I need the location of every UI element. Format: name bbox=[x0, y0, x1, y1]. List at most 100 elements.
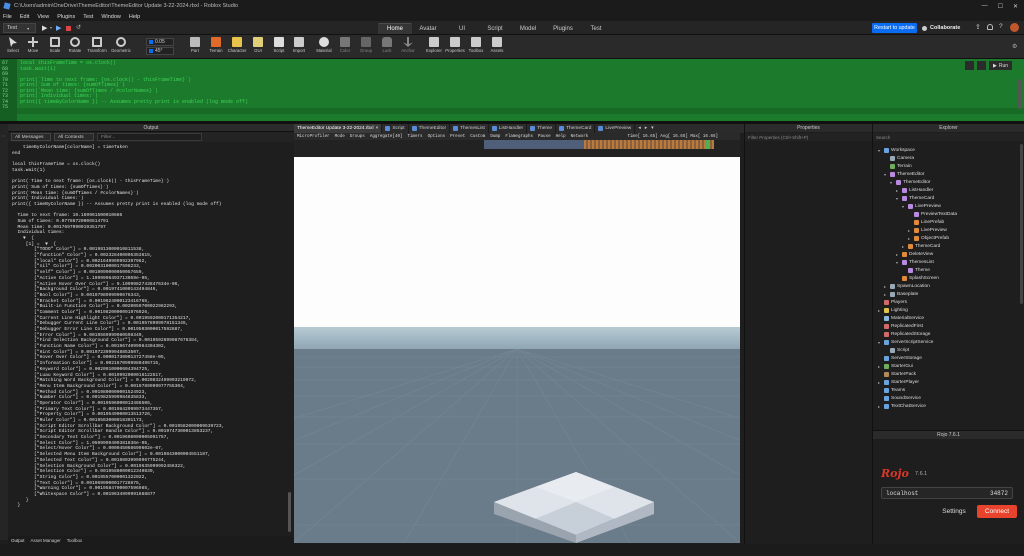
expand-arrow-icon[interactable]: ▸ bbox=[878, 380, 882, 385]
microprofiler-menu-item[interactable]: MicroProfiler bbox=[297, 135, 330, 139]
tab-home[interactable]: Home bbox=[378, 23, 412, 34]
tab-script[interactable]: Script bbox=[479, 23, 511, 34]
transform-tool[interactable]: Transform bbox=[87, 37, 107, 53]
maximize-button[interactable]: ☐ bbox=[998, 3, 1003, 10]
explorer-item[interactable]: ▾ ServerScriptService bbox=[878, 338, 933, 346]
microprofiler-menu-item[interactable]: Options bbox=[428, 135, 446, 139]
expand-arrow-icon[interactable]: ▸ bbox=[902, 244, 906, 249]
explorer-item[interactable]: ▸ ListHandler bbox=[896, 186, 933, 194]
explorer-item[interactable]: SoundService bbox=[878, 394, 921, 402]
rojo-port-input[interactable]: 34872 bbox=[990, 490, 1008, 497]
mode-select[interactable]: Test ▾ bbox=[3, 23, 36, 33]
select-tool[interactable]: Select bbox=[3, 37, 23, 53]
explorer-item[interactable]: ▸ ThemeCard bbox=[902, 242, 940, 250]
explorer-item[interactable]: Terrain bbox=[884, 162, 912, 170]
menu-help[interactable]: Help bbox=[129, 14, 140, 20]
play-icon[interactable]: ▶ bbox=[42, 24, 47, 32]
explorer-item[interactable]: ▸ Lighting bbox=[878, 306, 908, 314]
doc-tab-script[interactable]: Script bbox=[382, 124, 409, 133]
menu-edit[interactable]: Edit bbox=[20, 14, 29, 20]
menu-view[interactable]: View bbox=[37, 14, 49, 20]
collaborate-button[interactable]: Collaborate bbox=[922, 23, 968, 33]
microprofiler-menu-item[interactable]: Network bbox=[571, 135, 589, 139]
expand-arrow-icon[interactable]: ▾ bbox=[896, 260, 900, 265]
scale-tool[interactable]: Scale bbox=[45, 37, 65, 53]
doc-tab-theme[interactable]: Theme bbox=[527, 124, 557, 133]
explorer-item[interactable]: ▸ StarterGui bbox=[878, 362, 913, 370]
tab-test[interactable]: Test bbox=[582, 23, 610, 34]
doc-tab-livepreview[interactable]: LivePreview bbox=[595, 124, 636, 133]
import-tool[interactable]: Import bbox=[289, 37, 309, 53]
rotate-step-field[interactable]: 45° bbox=[146, 47, 174, 55]
expand-arrow-icon[interactable]: ▾ bbox=[878, 340, 882, 345]
explorer-tool[interactable]: Explorer bbox=[424, 37, 444, 53]
anchor-tool[interactable]: Anchor bbox=[398, 37, 418, 53]
tab-list-icon[interactable]: ▾ bbox=[651, 126, 653, 131]
menu-window[interactable]: Window bbox=[101, 14, 121, 20]
microprofiler-menu-item[interactable]: Mode bbox=[335, 135, 345, 139]
tab-model[interactable]: Model bbox=[512, 23, 544, 34]
expand-arrow-icon[interactable]: ▸ bbox=[884, 292, 888, 297]
tab-overflow-button[interactable]: ◂ ▸ ▾ bbox=[635, 124, 656, 133]
color-tool[interactable]: Color bbox=[335, 37, 355, 53]
help-icon[interactable]: ? bbox=[999, 23, 1003, 30]
terrain-tool[interactable]: Terrain bbox=[206, 37, 226, 53]
microprofiler-menu-item[interactable]: Dump bbox=[490, 135, 500, 139]
doc-tab-themecard[interactable]: ThemeCard bbox=[556, 124, 596, 133]
expand-arrow-icon[interactable]: ▸ bbox=[878, 404, 882, 409]
expand-arrow-icon[interactable]: ▾ bbox=[902, 204, 906, 209]
explorer-item[interactable]: ▸ Baseplate bbox=[884, 290, 918, 298]
rewind-icon[interactable]: ↺ bbox=[76, 24, 81, 31]
messages-filter-dropdown[interactable]: All Messages bbox=[11, 133, 51, 141]
explorer-item[interactable]: Theme bbox=[902, 266, 930, 274]
explorer-item[interactable]: ▸ StarterPlayer bbox=[878, 378, 919, 386]
avatar[interactable] bbox=[1010, 23, 1019, 32]
menu-test[interactable]: Test bbox=[83, 14, 93, 20]
expand-arrow-icon[interactable]: ▾ bbox=[884, 172, 888, 177]
explorer-item[interactable]: ▾ Workspace bbox=[878, 146, 915, 154]
explorer-item[interactable]: ▸ ObjectPrefab bbox=[908, 234, 949, 242]
bottom-tab-asset-manager[interactable]: Asset Manager bbox=[31, 538, 61, 543]
properties-tool[interactable]: Properties bbox=[445, 37, 465, 53]
microprofiler-menu-item[interactable]: Aggregate[40] bbox=[370, 135, 403, 139]
explorer-item[interactable]: ▾ ThemeEditor bbox=[890, 178, 930, 186]
menu-plugins[interactable]: Plugins bbox=[57, 14, 75, 20]
output-filter-input[interactable]: Filter... bbox=[97, 133, 202, 141]
group-tool[interactable]: Group bbox=[356, 37, 376, 53]
run-button[interactable]: ▶ Run bbox=[989, 61, 1013, 70]
explorer-item[interactable]: StarterPack bbox=[878, 370, 916, 378]
expand-arrow-icon[interactable]: ▸ bbox=[884, 284, 888, 289]
doc-tab-themeslist[interactable]: ThemesList bbox=[450, 124, 489, 133]
explorer-item[interactable]: ▾ ThemeEditor bbox=[884, 170, 924, 178]
geometric-tool[interactable]: Geometric bbox=[111, 37, 131, 53]
output-scrollbar[interactable] bbox=[288, 492, 291, 532]
lock-tool[interactable]: Lock bbox=[377, 37, 397, 53]
play-options-icon[interactable]: ▾ bbox=[50, 25, 52, 30]
expand-arrow-icon[interactable]: ▸ bbox=[878, 364, 882, 369]
explorer-item[interactable]: PreviewTextData bbox=[908, 210, 957, 218]
part-tool[interactable]: Part bbox=[185, 37, 205, 53]
explorer-item[interactable]: ▾ LivePreview bbox=[902, 202, 941, 210]
microprofiler-menu-item[interactable]: Groups bbox=[350, 135, 365, 139]
expand-arrow-icon[interactable]: ▸ bbox=[908, 236, 912, 241]
explorer-item[interactable]: Players bbox=[878, 298, 907, 306]
microprofiler-menu-item[interactable]: Preset bbox=[450, 135, 465, 139]
explorer-item[interactable]: MaterialService bbox=[878, 314, 924, 322]
explorer-item[interactable]: LinePrefab bbox=[908, 218, 944, 226]
microprofiler-menu-item[interactable]: Custom bbox=[470, 135, 485, 139]
settings-gear-icon[interactable]: ⚙ bbox=[1012, 43, 1017, 50]
close-icon[interactable]: × bbox=[376, 126, 379, 131]
rojo-host-input[interactable]: localhost bbox=[886, 490, 918, 497]
tab-scroll-right-icon[interactable]: ▸ bbox=[645, 126, 647, 131]
tab-avatar[interactable]: Avatar bbox=[412, 23, 444, 34]
move-tool[interactable]: Move bbox=[23, 37, 43, 53]
share-icon[interactable]: ⇪ bbox=[975, 23, 981, 31]
explorer-item[interactable]: ▸ SpawnLocation bbox=[884, 282, 930, 290]
explorer-item[interactable]: Camera bbox=[884, 154, 914, 162]
expand-arrow-icon[interactable]: ▸ bbox=[908, 228, 912, 233]
script-tool[interactable]: Script bbox=[269, 37, 289, 53]
bottom-tab-toolbox[interactable]: Toolbox bbox=[67, 538, 83, 543]
expand-arrow-icon[interactable]: ▾ bbox=[890, 180, 894, 185]
contexts-filter-dropdown[interactable]: All Contexts bbox=[54, 133, 94, 141]
rojo-address-field[interactable]: localhost 34872 bbox=[881, 487, 1013, 499]
